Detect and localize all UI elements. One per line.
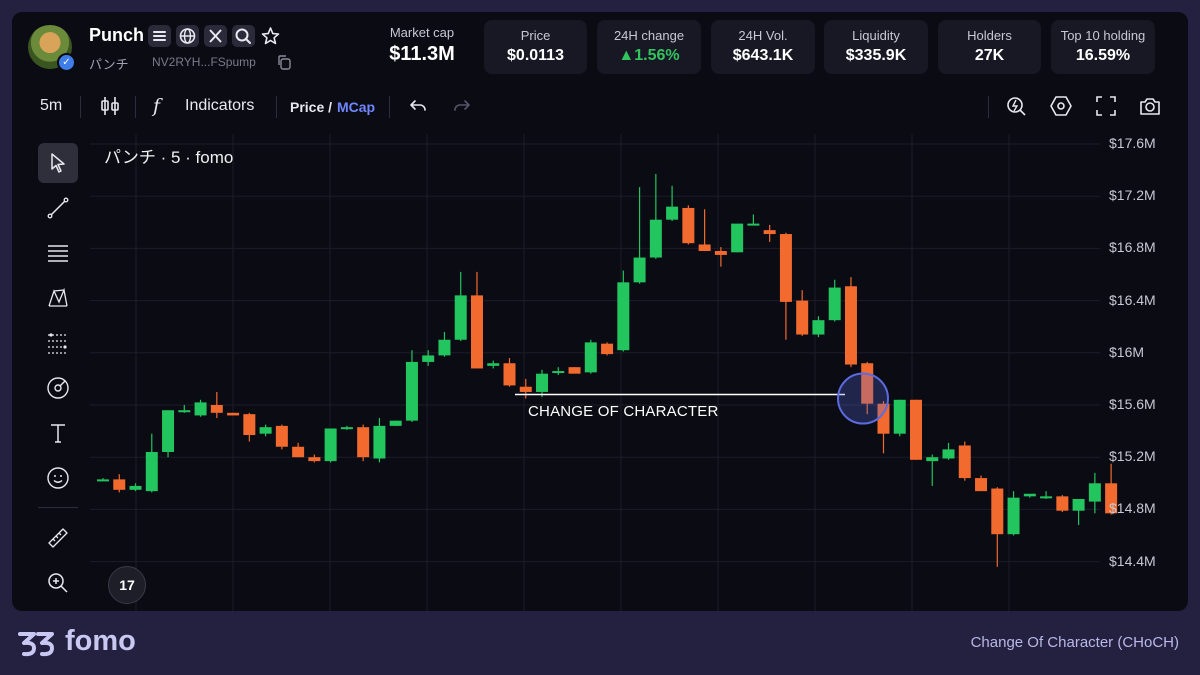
candle-down[interactable] [844, 286, 857, 365]
candle-down[interactable] [714, 251, 727, 255]
candle-up[interactable] [942, 449, 955, 459]
y-tick-label: $16M [1109, 343, 1145, 360]
candle-down[interactable] [991, 488, 1004, 535]
zoom-in-icon [48, 573, 68, 593]
candle-down[interactable] [763, 230, 776, 235]
y-tick-label: $14.4M [1109, 552, 1156, 569]
candle-up[interactable] [552, 371, 565, 374]
candle-up[interactable] [1023, 493, 1036, 497]
y-tick-label: $17.6M [1109, 135, 1156, 151]
candle-down[interactable] [682, 207, 695, 244]
fomo-brand: fomo [65, 625, 136, 657]
candle-up[interactable] [259, 427, 272, 434]
candle-down[interactable] [779, 234, 792, 302]
candle-up[interactable] [666, 206, 679, 220]
y-tick-label: $16.4M [1109, 291, 1156, 308]
candle-up[interactable] [1007, 497, 1020, 535]
candle-down[interactable] [227, 412, 240, 416]
candle-up[interactable] [1072, 498, 1085, 511]
candle-up[interactable] [97, 479, 109, 482]
y-tick-label: $15.6M [1109, 396, 1156, 412]
choch-highlight-circle[interactable] [837, 372, 889, 425]
candle-up[interactable] [405, 361, 418, 421]
text-tool[interactable] [38, 413, 78, 453]
candle-up[interactable] [649, 219, 662, 258]
candle-up[interactable] [926, 457, 939, 462]
candle-up[interactable] [828, 287, 841, 321]
candle-down[interactable] [796, 300, 809, 335]
fib-tool[interactable] [38, 323, 78, 363]
y-tick-label: $17.2M [1109, 187, 1156, 204]
trendline-icon [47, 197, 69, 219]
candle-up[interactable] [145, 451, 158, 492]
pattern-icon [48, 287, 68, 307]
candle-up[interactable] [584, 342, 597, 373]
candle-down[interactable] [519, 386, 532, 392]
fomo-logo-icon [16, 628, 58, 663]
pattern-tool[interactable] [38, 278, 78, 318]
candle-down[interactable] [308, 457, 321, 462]
candle-down[interactable] [910, 399, 922, 460]
candle-down[interactable] [243, 414, 256, 436]
candle-down[interactable] [601, 343, 614, 355]
y-tick-label: $16.8M [1109, 239, 1156, 256]
candle-down[interactable] [210, 405, 223, 413]
footer-caption: Change Of Character (CHoCH) [970, 634, 1179, 651]
horizontal-lines-icon [48, 245, 68, 262]
chart-title: パンチ · 5 · fomo [104, 148, 234, 167]
candle-down[interactable] [275, 425, 288, 447]
candle-down[interactable] [975, 478, 988, 492]
candle-up[interactable] [454, 295, 467, 340]
brush-tool[interactable] [38, 368, 78, 408]
candle-up[interactable] [194, 402, 207, 416]
text-icon [51, 424, 65, 443]
candle-up[interactable] [373, 425, 386, 459]
candle-up[interactable] [340, 427, 353, 430]
candle-up[interactable] [1040, 496, 1053, 499]
candlestick-chart[interactable] [12, 12, 1188, 611]
candle-up[interactable] [162, 410, 175, 452]
app-window: ✓ Punch パンチ NV2RYH...FSpump Market cap $… [12, 12, 1188, 611]
candle-up[interactable] [893, 399, 906, 434]
candle-up[interactable] [129, 485, 142, 490]
tradingview-logo-icon[interactable]: 17 [108, 566, 146, 604]
cursor-icon [51, 153, 65, 173]
fib-icon [48, 333, 68, 354]
candle-up[interactable] [536, 373, 549, 392]
ruler-icon [48, 528, 68, 548]
candle-up[interactable] [617, 282, 630, 351]
emoji-tool[interactable] [38, 458, 78, 498]
ruler-tool[interactable] [38, 518, 78, 558]
candle-down[interactable] [113, 479, 126, 490]
candle-down[interactable] [698, 244, 711, 252]
candle-up[interactable] [747, 223, 760, 226]
candle-down[interactable] [503, 363, 516, 386]
zoom-tool[interactable] [38, 563, 78, 603]
candle-up[interactable] [487, 363, 500, 366]
candle-up[interactable] [438, 339, 451, 356]
brush-icon [47, 377, 69, 399]
candle-up[interactable] [731, 223, 744, 253]
candle-up[interactable] [178, 410, 191, 413]
trendline-tool[interactable] [38, 188, 78, 228]
candle-down[interactable] [568, 367, 581, 374]
candle-up[interactable] [422, 355, 435, 362]
candle-up[interactable] [1088, 483, 1101, 502]
candle-up[interactable] [389, 420, 402, 426]
candle-up[interactable] [633, 257, 646, 283]
horizontal-lines-tool[interactable] [38, 233, 78, 273]
y-tick-label: $14.8M [1109, 500, 1156, 517]
y-tick-label: $15.2M [1109, 448, 1156, 465]
tools-divider [38, 507, 78, 508]
candle-down[interactable] [470, 295, 483, 369]
emoji-icon [47, 467, 69, 489]
candle-up[interactable] [812, 320, 825, 335]
candle-down[interactable] [357, 427, 370, 458]
cursor-tool[interactable] [38, 143, 78, 183]
candle-up[interactable] [324, 428, 337, 462]
candle-down[interactable] [958, 445, 971, 479]
candle-down[interactable] [292, 446, 305, 458]
candle-down[interactable] [1056, 496, 1069, 511]
choch-annotation-label: CHANGE OF CHARACTER [528, 403, 719, 420]
